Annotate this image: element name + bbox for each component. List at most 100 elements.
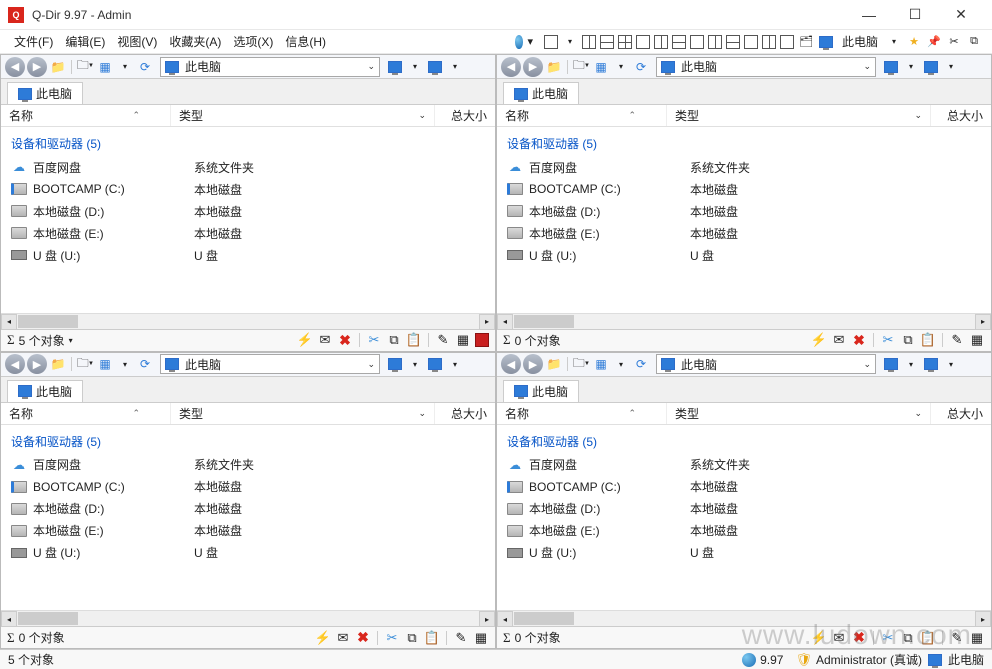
copy-icon[interactable]: ⧉ <box>386 332 402 348</box>
paste-icon[interactable]: 📋 <box>920 630 936 646</box>
edit-icon[interactable]: ✎ <box>949 332 965 348</box>
list-item[interactable]: 本地磁盘 (E:) 本地磁盘 <box>497 520 991 542</box>
nav-back-button[interactable]: ◀ <box>501 57 521 77</box>
grid-view-button[interactable]: ▦ <box>96 355 114 373</box>
cut-icon[interactable]: ✂ <box>880 332 896 348</box>
history-button[interactable]: 🗀▾ <box>572 355 590 373</box>
computer-icon[interactable] <box>817 33 835 51</box>
view-dropdown-button[interactable]: ▾ <box>612 58 630 76</box>
select-all-icon[interactable]: ▦ <box>969 332 985 348</box>
col-name[interactable]: 名称⌃ <box>1 105 171 126</box>
cut-icon[interactable]: ✂ <box>366 332 382 348</box>
copy-icon[interactable]: ⧉ <box>900 332 916 348</box>
scroll-right-button[interactable]: ▸ <box>975 314 991 330</box>
list-item[interactable]: ☁ 百度网盘 系统文件夹 <box>497 156 991 178</box>
dropdown2-icon[interactable]: ▾ <box>942 58 960 76</box>
dropdown-icon[interactable]: ▾ <box>885 33 903 51</box>
path-combo[interactable]: 此电脑 ⌄ <box>656 57 876 77</box>
scroll-right-button[interactable]: ▸ <box>479 314 495 330</box>
horizontal-scrollbar[interactable]: ◂ ▸ <box>1 610 495 626</box>
file-list[interactable]: 设备和驱动器 (5) ☁ 百度网盘 系统文件夹 BOOTCAMP (C:) 本地… <box>1 425 495 611</box>
flash-icon[interactable]: ⚡ <box>811 630 827 646</box>
list-item[interactable]: 本地磁盘 (D:) 本地磁盘 <box>1 200 495 222</box>
layout-11-icon[interactable] <box>744 35 758 49</box>
col-size[interactable]: 总大小 <box>931 105 991 126</box>
path-combo[interactable]: 此电脑 ⌄ <box>656 354 876 374</box>
delete-icon[interactable]: ✖ <box>337 332 353 348</box>
delete-icon[interactable]: ✖ <box>851 332 867 348</box>
delete-icon[interactable]: ✖ <box>355 630 371 646</box>
list-item[interactable]: ☁ 百度网盘 系统文件夹 <box>497 454 991 476</box>
list-item[interactable]: U 盘 (U:) U 盘 <box>497 244 991 266</box>
view-dropdown-button[interactable]: ▾ <box>612 355 630 373</box>
minimize-button[interactable]: — <box>846 0 892 30</box>
flash-icon[interactable]: ⚡ <box>315 630 331 646</box>
tab-computer[interactable]: 此电脑 <box>7 380 83 402</box>
refresh-button[interactable]: ⟳ <box>136 58 154 76</box>
file-list[interactable]: 设备和驱动器 (5) ☁ 百度网盘 系统文件夹 BOOTCAMP (C:) 本地… <box>497 127 991 313</box>
refresh-button[interactable]: ⟳ <box>632 58 650 76</box>
dropdown1-icon[interactable]: ▾ <box>902 58 920 76</box>
nav-up-button[interactable]: 📁 <box>49 355 67 373</box>
nav-forward-button[interactable]: ▶ <box>523 57 543 77</box>
list-item[interactable]: ☁ 百度网盘 系统文件夹 <box>1 156 495 178</box>
col-size[interactable]: 总大小 <box>435 403 495 424</box>
layout-4-icon[interactable] <box>618 35 632 49</box>
monitor2-button[interactable] <box>922 355 940 373</box>
status-dropdown-icon[interactable]: ▾ <box>69 336 73 345</box>
scroll-thumb[interactable] <box>18 315 78 328</box>
history-button[interactable]: 🗀▾ <box>76 58 94 76</box>
cut-icon[interactable]: ✂ <box>880 630 896 646</box>
select-all-icon[interactable]: ▦ <box>473 630 489 646</box>
globe-icon[interactable]: ▾ <box>515 33 533 51</box>
nav-up-button[interactable]: 📁 <box>49 58 67 76</box>
horizontal-scrollbar[interactable]: ◂ ▸ <box>497 313 991 329</box>
delete-icon[interactable]: ✖ <box>851 630 867 646</box>
dropdown1-icon[interactable]: ▾ <box>902 355 920 373</box>
monitor2-button[interactable] <box>922 58 940 76</box>
refresh-button[interactable]: ⟳ <box>632 355 650 373</box>
list-item[interactable]: BOOTCAMP (C:) 本地磁盘 <box>497 178 991 200</box>
scroll-left-button[interactable]: ◂ <box>497 314 513 330</box>
maximize-button[interactable]: ☐ <box>892 0 938 30</box>
paste-icon[interactable]: 📋 <box>424 630 440 646</box>
monitor1-button[interactable] <box>386 58 404 76</box>
menu-favorites[interactable]: 收藏夹(A) <box>163 31 227 52</box>
list-item[interactable]: U 盘 (U:) U 盘 <box>497 542 991 564</box>
history-button[interactable]: 🗀▾ <box>572 58 590 76</box>
list-item[interactable]: 本地磁盘 (E:) 本地磁盘 <box>1 222 495 244</box>
dropdown2-icon[interactable]: ▾ <box>942 355 960 373</box>
monitor1-button[interactable] <box>882 58 900 76</box>
scroll-left-button[interactable]: ◂ <box>497 611 513 627</box>
col-name[interactable]: 名称⌃ <box>1 403 171 424</box>
menu-edit[interactable]: 编辑(E) <box>59 31 111 52</box>
history-button[interactable]: 🗀▾ <box>76 355 94 373</box>
pane-toggle-icon[interactable]: ⧉ <box>965 33 983 51</box>
pin-icon[interactable]: 📌 <box>925 33 943 51</box>
edit-icon[interactable]: ✎ <box>453 630 469 646</box>
col-type[interactable]: 类型⌄ <box>171 403 435 424</box>
list-item[interactable]: ☁ 百度网盘 系统文件夹 <box>1 454 495 476</box>
mail-icon[interactable]: ✉ <box>317 332 333 348</box>
list-item[interactable]: U 盘 (U:) U 盘 <box>1 542 495 564</box>
computer-menu-label[interactable]: 此电脑 <box>836 31 884 52</box>
col-type[interactable]: 类型⌄ <box>667 403 931 424</box>
col-name[interactable]: 名称⌃ <box>497 105 667 126</box>
col-size[interactable]: 总大小 <box>931 403 991 424</box>
tab-computer[interactable]: 此电脑 <box>503 380 579 402</box>
list-item[interactable]: BOOTCAMP (C:) 本地磁盘 <box>1 178 495 200</box>
layout-2v-icon[interactable] <box>582 35 596 49</box>
nav-forward-button[interactable]: ▶ <box>27 57 47 77</box>
edit-icon[interactable]: ✎ <box>435 332 451 348</box>
monitor1-button[interactable] <box>882 355 900 373</box>
nav-forward-button[interactable]: ▶ <box>27 354 47 374</box>
col-size[interactable]: 总大小 <box>435 105 495 126</box>
layout-13-icon[interactable] <box>780 35 794 49</box>
monitor2-button[interactable] <box>426 355 444 373</box>
monitor1-button[interactable] <box>386 355 404 373</box>
dropdown1-icon[interactable]: ▾ <box>406 355 424 373</box>
group-header[interactable]: 设备和驱动器 (5) <box>497 429 991 454</box>
col-name[interactable]: 名称⌃ <box>497 403 667 424</box>
layout-6-icon[interactable] <box>654 35 668 49</box>
scroll-right-button[interactable]: ▸ <box>975 611 991 627</box>
